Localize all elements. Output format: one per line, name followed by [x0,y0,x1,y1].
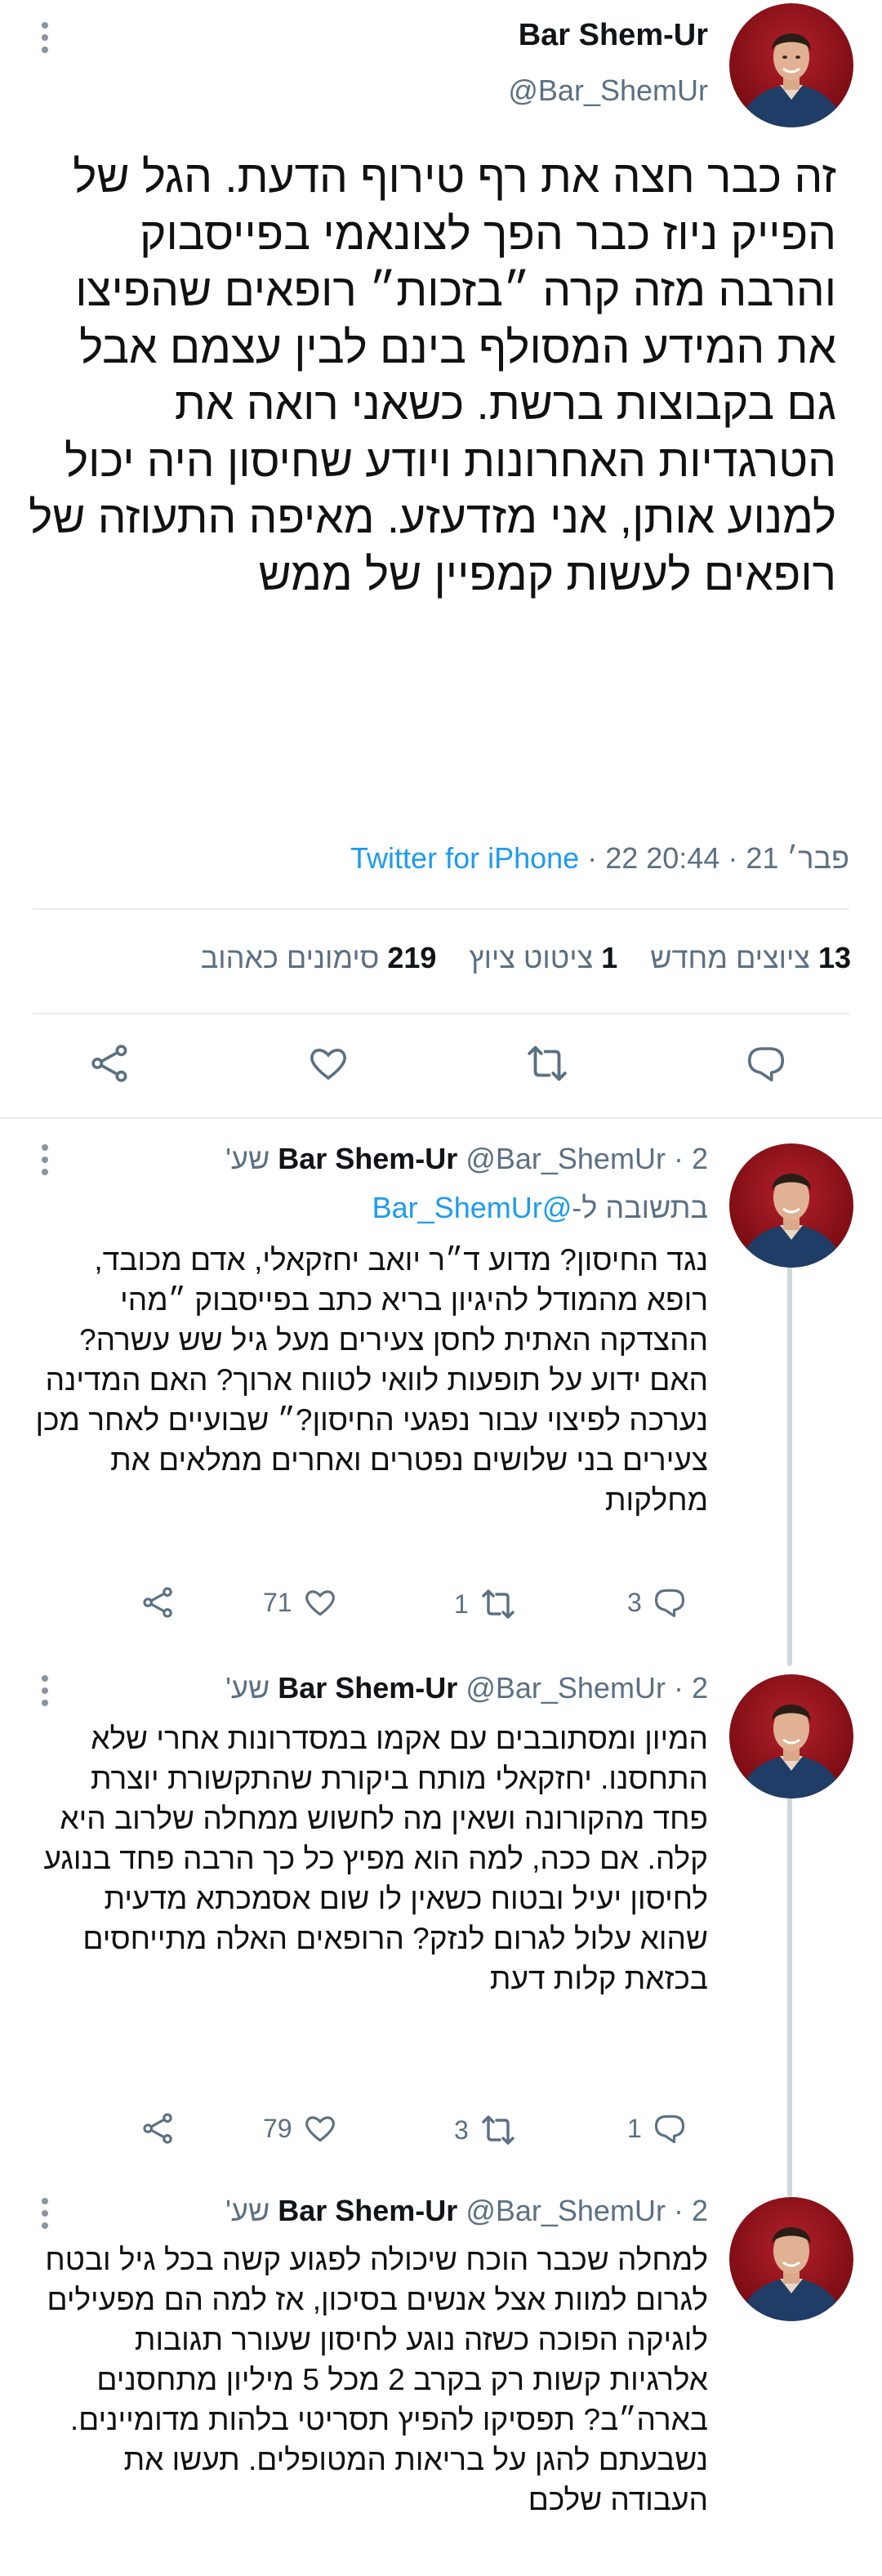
replying-to: בתשובה ל-@Bar_ShemUr [372,1191,708,1224]
author-handle[interactable]: @Bar_ShemUr [466,2194,666,2227]
like-icon[interactable] [304,1039,353,1088]
more-options-icon[interactable] [33,21,57,59]
tweet-stats: 13 ציוצים מחדש 1 ציטוט ציוץ 219 סימונים … [201,941,851,975]
like-action[interactable]: 71 [263,1584,338,1620]
reply-icon[interactable] [652,2110,688,2146]
author-name[interactable]: Bar Shem-Ur [278,1671,457,1705]
share-action[interactable] [140,2110,176,2146]
share-icon[interactable] [140,1584,176,1620]
author-handle[interactable]: @Bar_ShemUr [466,1671,666,1705]
thread-line [787,1797,792,2197]
retweet-action[interactable]: 3 [454,2110,518,2150]
more-options-icon[interactable] [33,2197,57,2235]
reply-header: Bar Shem-Ur @Bar_ShemUr · 2 שע' [225,2194,708,2227]
reply-icon[interactable] [742,1039,791,1088]
reply-header: Bar Shem-Ur @Bar_ShemUr · 2 שע' [225,1671,708,1705]
meta-separator: · [587,841,598,875]
avatar[interactable] [729,1143,853,1268]
tweet-text: זה כבר חצה את רף טירוף הדעת. הגל של הפיי… [29,151,836,599]
retweet-action[interactable]: 1 [454,1584,518,1624]
main-tweet: Bar Shem-Ur @Bar_ShemUr זה כבר חצה את רף… [0,0,882,1119]
share-icon[interactable] [86,1039,135,1088]
avatar[interactable] [729,2197,853,2321]
more-options-icon[interactable] [33,1674,57,1712]
author-handle[interactable]: @Bar_ShemUr [466,1142,666,1175]
retweet-icon[interactable] [523,1039,572,1088]
avatar-portrait-icon [737,1705,845,1798]
replying-to-link[interactable]: @Bar_ShemUr [372,1191,572,1224]
reply-icon[interactable] [652,1584,688,1620]
quotes-stat[interactable]: 1 ציטוט ציוץ [469,941,617,974]
author-name[interactable]: Bar Shem-Ur [519,18,708,53]
avatar-portrait-icon [737,1174,845,1268]
author-name[interactable]: Bar Shem-Ur [278,2194,457,2227]
reply-action[interactable]: 1 [627,2110,688,2146]
more-options-icon[interactable] [33,1143,57,1181]
author-handle[interactable]: @Bar_ShemUr [508,74,708,108]
tweet-time: 20:44 [646,841,720,875]
thread-line [787,1266,792,1666]
reply-action[interactable]: 3 [627,1584,688,1620]
share-icon[interactable] [140,2110,176,2146]
share-action[interactable] [140,1584,176,1620]
like-icon[interactable] [302,2110,338,2146]
divider [0,1117,882,1119]
like-icon[interactable] [302,1584,338,1620]
like-action[interactable]: 79 [263,2110,338,2146]
reply-header: Bar Shem-Ur @Bar_ShemUr · 2 שע' [225,1142,708,1175]
retweets-stat[interactable]: 13 ציוצים מחדש [650,941,851,974]
reply-text: נגד החיסון? מדוע ד״ר יואב יחזקאלי, אדם מ… [35,1243,709,1517]
avatar-portrait-icon [737,33,845,127]
avatar-portrait-icon [737,2227,845,2321]
likes-stat[interactable]: 219 סימונים כאהוב [201,941,437,974]
retweet-icon[interactable] [479,1584,518,1624]
meta-separator: · [728,841,738,875]
tweet-source[interactable]: Twitter for iPhone [350,841,579,875]
avatar[interactable] [729,1674,853,1798]
divider [33,908,849,910]
reply-text: למחלה שכבר הוכח שיכולה לפגוע קשה בכל גיל… [45,2243,708,2516]
author-name[interactable]: Bar Shem-Ur [278,1142,457,1175]
tweet-meta: Twitter for iPhone · 22 פבר׳ 21 · 20:44 [350,841,849,876]
reply-text: המיון ומסתובבים עם אקמו במסדרונות אחרי ש… [43,1722,708,1995]
retweet-icon[interactable] [479,2110,518,2150]
divider [33,1013,849,1014]
avatar[interactable] [729,3,853,127]
